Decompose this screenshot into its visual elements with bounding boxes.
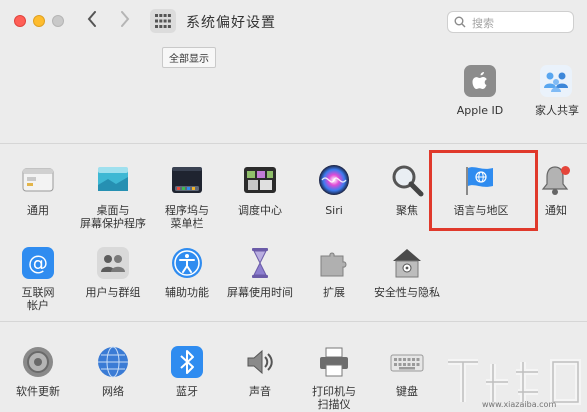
watermark-text: www.xiazaiba.com — [482, 400, 557, 409]
search-placeholder: 搜索 — [472, 17, 494, 30]
show-all-tooltip: 全部显示 — [162, 47, 216, 68]
notification-badge — [561, 166, 570, 175]
accessibility-icon — [172, 248, 202, 278]
svg-text:@: @ — [28, 251, 48, 275]
internet-accounts-label-line2: 帐户 — [27, 299, 49, 312]
search-icon — [454, 16, 466, 28]
general-icon — [22, 168, 54, 192]
desktop-icon — [98, 167, 128, 191]
family-sharing-icon — [540, 65, 572, 97]
notifications-label: 通知 — [545, 204, 567, 217]
software-update-icon — [23, 347, 53, 377]
users-groups-label: 用户与群组 — [85, 286, 141, 299]
keyboard-icon — [390, 354, 424, 372]
chevron-left-icon — [87, 11, 96, 27]
apple-id-label: Apple ID — [456, 104, 504, 117]
siri-label: Siri — [325, 204, 343, 217]
software-update-label: 软件更新 — [16, 385, 60, 398]
accessibility-label: 辅助功能 — [165, 286, 209, 299]
screen-time-label: 屏幕使用时间 — [227, 286, 293, 299]
mission-control-icon — [244, 167, 276, 193]
security-privacy-icon — [393, 249, 421, 278]
extensions-label: 扩展 — [323, 286, 345, 299]
dock-label-line1: 程序坞与 — [165, 204, 209, 217]
internet-accounts-label-line1: 互联网 — [21, 286, 55, 299]
back-button[interactable] — [87, 11, 97, 32]
title-bar: 系统偏好设置 搜索 — [0, 0, 587, 44]
desktop-label-line2: 屏幕保护程序 — [80, 217, 146, 230]
family-sharing-label: 家人共享 — [535, 104, 579, 117]
screen-time-icon — [252, 248, 268, 278]
keyboard-label: 键盘 — [396, 385, 418, 398]
spotlight-icon — [392, 165, 424, 197]
security-privacy-label: 安全性与隐私 — [374, 286, 440, 299]
apple-id-icon — [464, 65, 496, 97]
sound-icon — [247, 349, 273, 375]
desktop-label-line1: 桌面与 — [96, 204, 130, 217]
siri-icon — [319, 165, 349, 195]
show-all-button[interactable] — [150, 9, 176, 33]
dock-label-line2: 菜单栏 — [170, 217, 204, 230]
spotlight-label: 聚焦 — [396, 204, 418, 217]
extensions-icon — [320, 252, 347, 277]
window-title: 系统偏好设置 — [186, 15, 276, 31]
search-field[interactable]: 搜索 — [447, 11, 574, 33]
printers-icon — [320, 347, 348, 377]
printers-label-line2: 扫描仪 — [317, 398, 351, 411]
section-divider — [0, 321, 587, 322]
users-groups-icon — [97, 247, 129, 279]
close-window-button[interactable] — [14, 15, 26, 27]
network-label: 网络 — [102, 385, 124, 398]
network-icon — [98, 346, 128, 378]
bluetooth-label: 蓝牙 — [176, 385, 198, 398]
general-label: 通用 — [27, 204, 49, 217]
chevron-right-icon — [121, 11, 130, 27]
grid-icon — [155, 14, 171, 28]
mission-control-label: 调度中心 — [238, 204, 282, 217]
highlight-box — [429, 150, 538, 231]
sound-label: 声音 — [249, 385, 271, 398]
bluetooth-icon — [171, 346, 203, 378]
section-divider — [0, 143, 587, 144]
minimize-window-button[interactable] — [33, 15, 45, 27]
dock-icon — [172, 167, 202, 193]
printers-label-line1: 打印机与 — [312, 385, 356, 398]
forward-button[interactable] — [120, 11, 130, 32]
zoom-window-button[interactable] — [52, 15, 64, 27]
internet-accounts-icon: @ — [22, 247, 54, 279]
